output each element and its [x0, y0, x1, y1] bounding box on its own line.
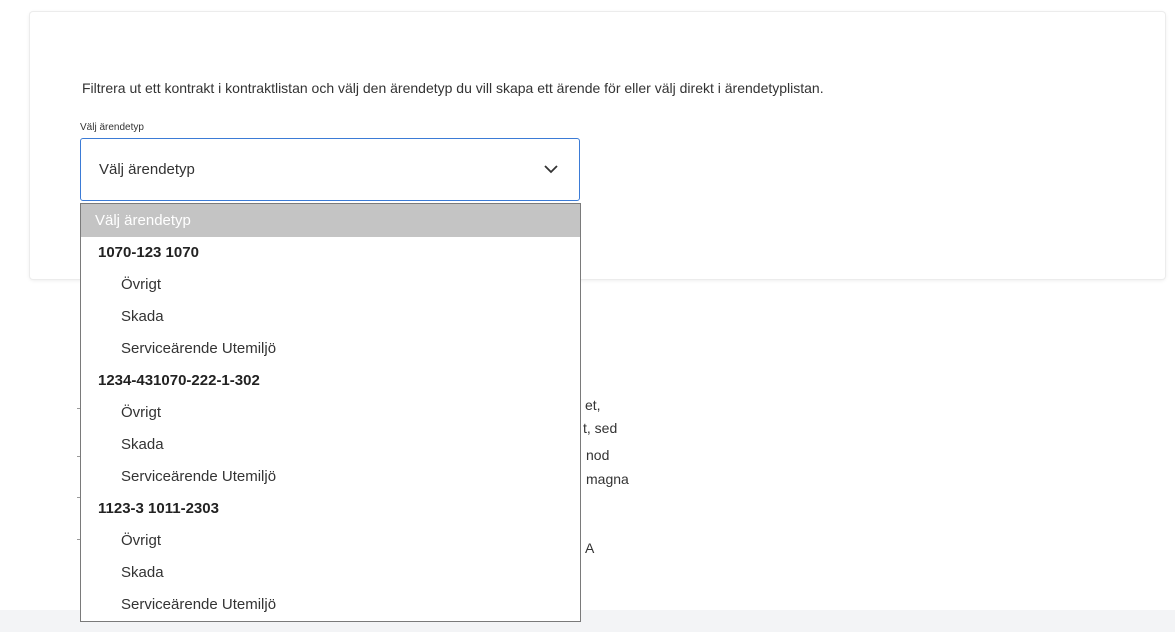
dropdown-option[interactable]: Skada [81, 301, 580, 333]
background-text-fragment: A [585, 540, 595, 556]
dropdown-option[interactable]: Övrigt [81, 525, 580, 557]
case-type-label: Välj ärendetyp [80, 122, 144, 133]
chevron-down-icon [544, 165, 558, 174]
dropdown-group-contract: 1070-123 1070 [98, 244, 199, 261]
dropdown-option[interactable]: Serviceärende Utemiljö [81, 333, 580, 365]
dropdown-option[interactable]: Skada [81, 557, 580, 589]
case-type-dropdown: Välj ärendetyp 1070-123 1070 Övrigt Skad… [80, 203, 581, 622]
dropdown-option[interactable]: Övrigt [81, 397, 580, 429]
dropdown-option[interactable]: Serviceärende Utemiljö [81, 589, 580, 621]
dropdown-group-contract: 1234-431070-222-1-302 [98, 372, 260, 389]
intro-text: Filtrera ut ett kontrakt i kontraktlista… [82, 80, 824, 96]
background-text-fragment: magna [586, 471, 629, 487]
background-text-fragment: nod [586, 447, 610, 463]
dropdown-option[interactable]: Övrigt [81, 269, 580, 301]
dropdown-group-contract: 1123-3 1011-2303 [98, 500, 219, 517]
dropdown-option-placeholder[interactable]: Välj ärendetyp [81, 204, 580, 237]
dropdown-option[interactable]: Skada [81, 429, 580, 461]
background-text-fragment: t, sed [583, 420, 618, 436]
case-type-select[interactable]: Välj ärendetyp [80, 138, 580, 201]
dropdown-option[interactable]: Serviceärende Utemiljö [81, 461, 580, 493]
background-text-fragment: et, [585, 397, 601, 413]
case-type-select-value: Välj ärendetyp [99, 161, 195, 178]
